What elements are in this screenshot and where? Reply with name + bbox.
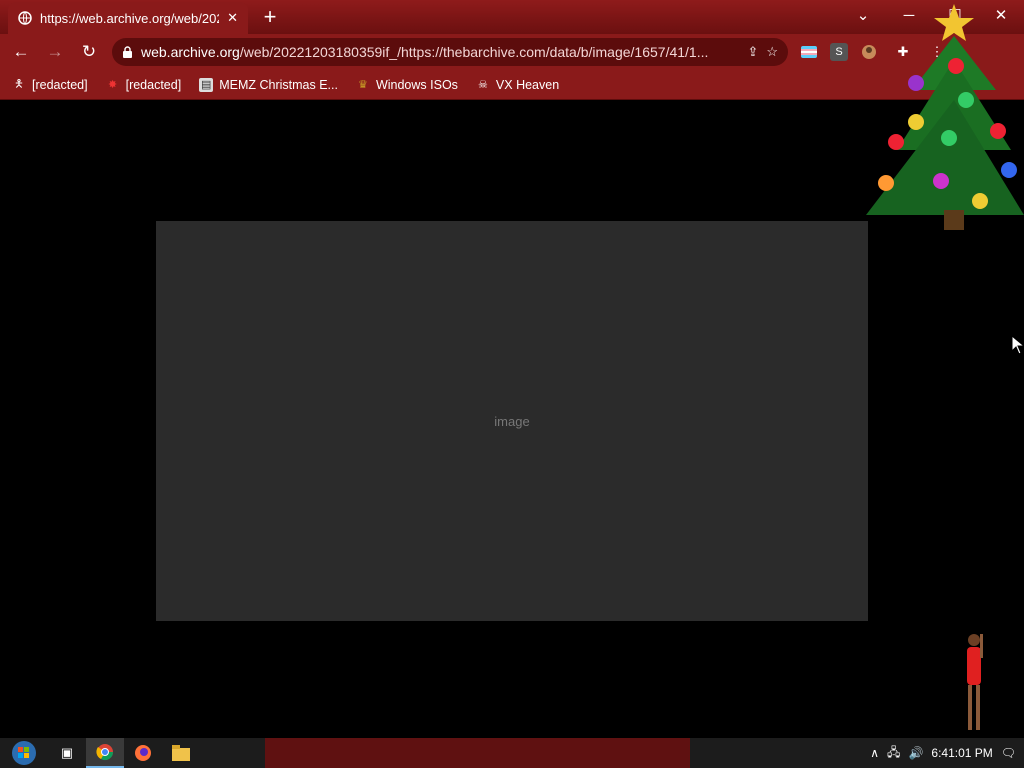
url-text[interactable]: web.archive.org/web/20221203180359if_/ht… [141,44,739,60]
bookmark-windows-isos[interactable]: ♛ Windows ISOs [356,78,458,92]
address-bar[interactable]: web.archive.org/web/20221203180359if_/ht… [112,38,788,66]
reload-button[interactable]: ↻ [74,37,104,67]
bookmark-star-icon[interactable]: ☆ [766,44,778,60]
clock[interactable]: 6:41:01 PM [931,746,992,760]
bookmark-item[interactable]: ✸ [redacted] [106,78,181,92]
trophy-icon: ♛ [358,79,368,91]
tab-title: https://web.archive.org/web/202 [40,10,220,26]
bookmark-memz[interactable]: ▤ MEMZ Christmas E... [199,77,338,92]
file-explorer-icon[interactable] [162,738,200,768]
task-view-icon[interactable]: ▣ [48,738,86,768]
new-tab-button[interactable]: + [256,4,284,30]
bookmark-vx-heaven[interactable]: ☠ VX Heaven [476,78,559,92]
firefox-taskbar-icon[interactable] [124,738,162,768]
bookmark-item[interactable]: 🯅 [redacted] [12,78,87,92]
page-icon: ▤ [199,77,214,92]
forward-button[interactable]: → [40,37,70,67]
extension-s-icon[interactable]: S [830,43,848,61]
displayed-image[interactable]: image [156,221,868,621]
close-tab-icon[interactable]: ✕ [227,10,238,26]
globe-icon [18,11,32,25]
lock-icon[interactable] [122,45,133,59]
taskbar-background-band [265,738,690,768]
extension-flag-icon[interactable] [796,39,822,65]
back-button[interactable]: ← [6,37,36,67]
red-star-icon: ✸ [107,79,118,91]
skull-icon: ☠ [477,79,488,91]
browser-tab[interactable]: https://web.archive.org/web/202 ✕ [8,2,248,34]
system-tray: ∧ 🖧 🔊 6:41:01 PM 🗨 [870,743,1024,764]
image-placeholder-label: image [494,413,530,429]
christmas-tree-overlay [866,0,1024,232]
dancing-figure-overlay [952,630,992,738]
taskbar: ▣ ∧ 🖧 🔊 6:41:01 PM 🗨 [0,738,1024,768]
figure-icon: 🯅 [14,78,24,90]
network-icon[interactable]: 🖧 [887,743,900,764]
volume-icon[interactable]: 🔊 [908,746,923,760]
chrome-taskbar-icon[interactable] [86,738,124,768]
share-icon[interactable]: ⇪ [747,44,758,60]
show-hidden-icons[interactable]: ∧ [870,746,879,760]
mouse-cursor-icon [1011,334,1024,355]
start-button[interactable] [0,738,48,768]
notification-icon[interactable]: 🗨 [1001,746,1016,760]
